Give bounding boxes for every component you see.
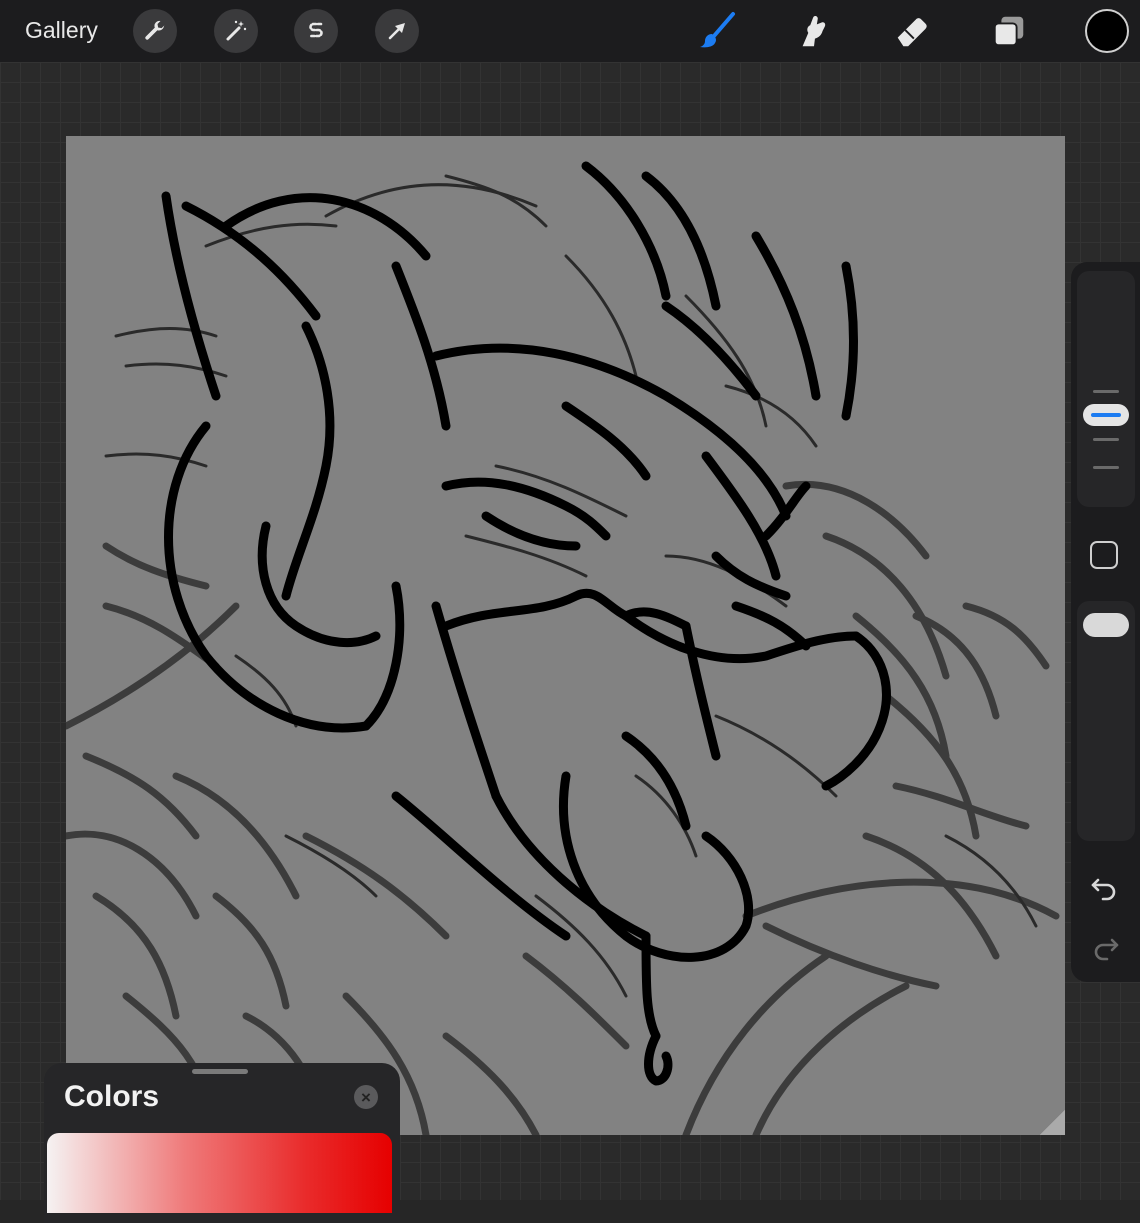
drawing-canvas[interactable] [66,136,1065,1135]
brush-size-slider[interactable] [1077,271,1135,507]
size-tick [1093,390,1119,393]
panel-grabber[interactable] [192,1069,248,1074]
close-icon[interactable]: × [354,1085,378,1109]
brush-opacity-handle[interactable] [1083,613,1129,637]
top-toolbar: Gallery [0,0,1140,62]
gallery-button[interactable]: Gallery [25,17,98,44]
current-color-swatch[interactable] [1085,9,1129,53]
brush-opacity-slider[interactable] [1077,601,1135,841]
dragon-sketch-artwork [66,161,1060,1135]
size-tick [1093,438,1119,441]
color-saturation-field[interactable] [47,1133,392,1213]
colors-panel-title: Colors [64,1080,160,1113]
eraser-icon[interactable] [890,10,932,52]
layers-icon[interactable] [988,10,1030,52]
redo-icon[interactable] [1089,932,1121,964]
selection-s-icon[interactable] [294,9,338,53]
magic-wand-icon[interactable] [214,9,258,53]
size-tick [1093,466,1119,469]
brush-size-handle[interactable] [1083,404,1129,426]
smudge-finger-icon[interactable] [793,10,835,52]
undo-icon[interactable] [1089,872,1121,904]
size-indicator [1091,413,1121,417]
brush-icon[interactable] [696,10,738,52]
square-icon[interactable] [1090,541,1118,569]
canvas-corner [1040,1110,1065,1135]
wrench-icon[interactable] [133,9,177,53]
arrow-cursor-icon[interactable] [375,9,419,53]
